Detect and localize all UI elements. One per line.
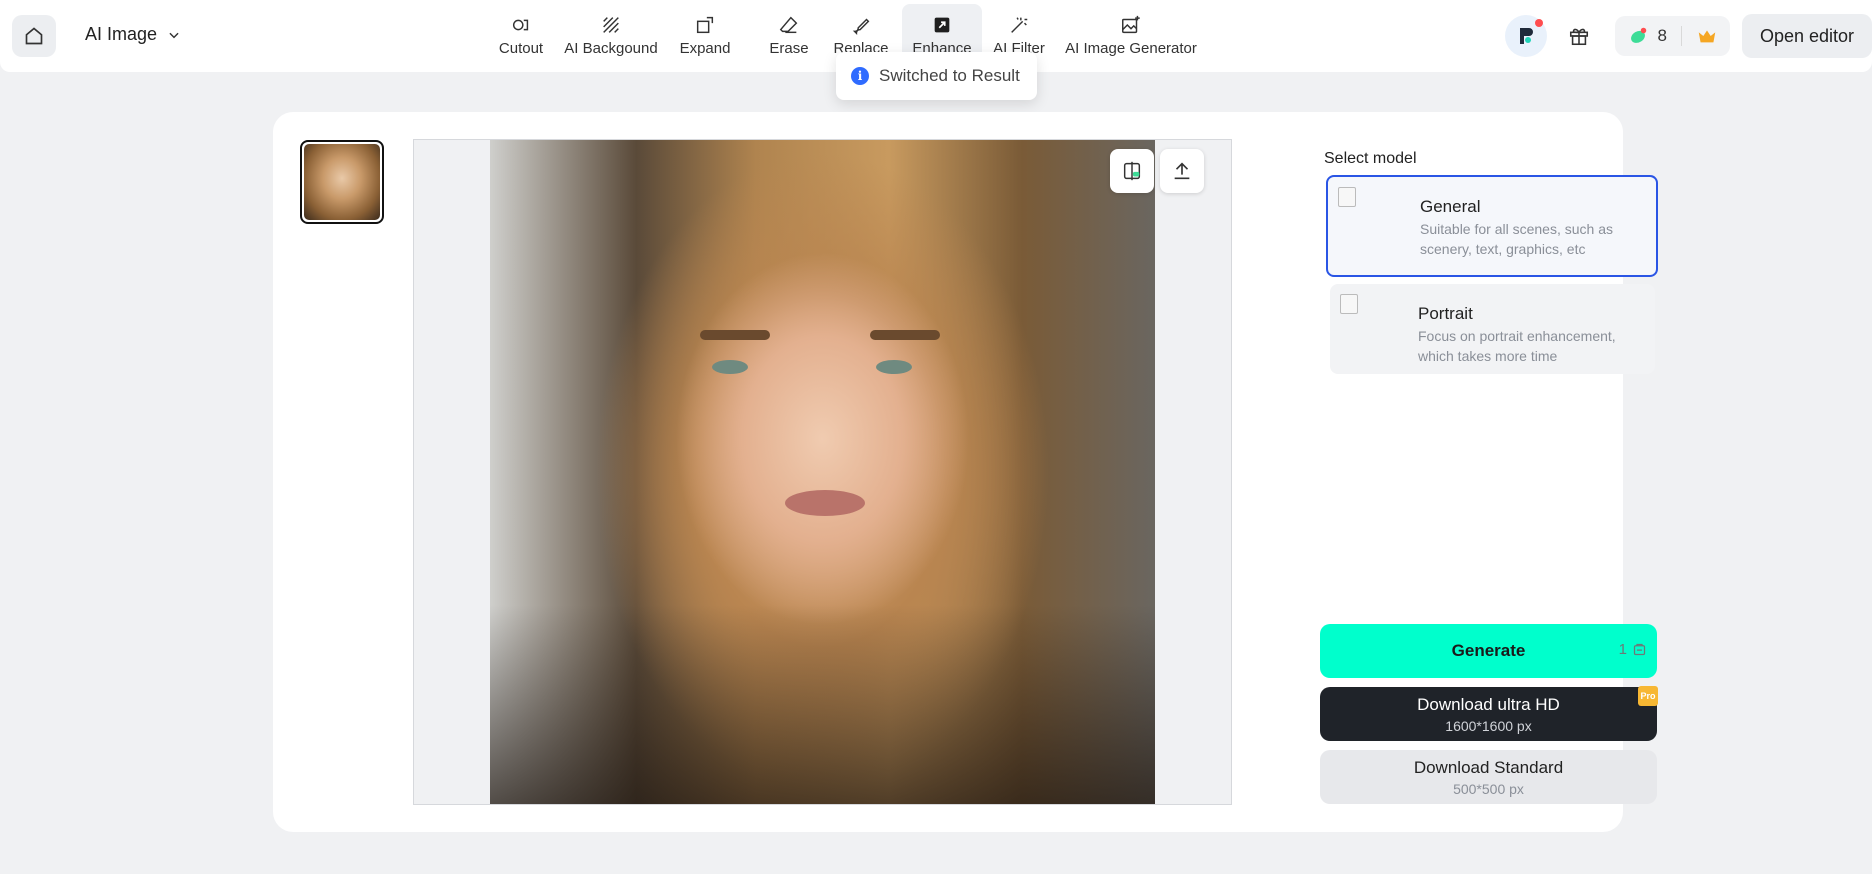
app-switcher[interactable]: AI Image [85,24,181,45]
select-model-title: Select model [1324,150,1417,167]
generate-label: Generate [1451,641,1526,660]
model-description: Focus on portrait enhancement, which tak… [1418,328,1616,364]
info-icon: i [851,67,869,85]
download-hd-size: 1600*1600 px [1445,717,1532,734]
download-standard-button[interactable]: Download Standard 500*500 px [1320,750,1657,804]
cutout-icon [512,19,529,31]
download-ultra-hd-button[interactable]: Download ultra HD 1600*1600 px Pro [1320,686,1658,741]
tab-ai-image-generator[interactable]: AI Image Generator [1065,4,1197,60]
credits-pill[interactable]: 8 [1615,16,1730,56]
expand-icon [696,16,714,34]
toast-message: Switched to Result [879,66,1020,85]
generate-cost-value: 1 [1618,641,1627,658]
image-detail [785,490,865,516]
credit-drop-icon [1631,27,1647,43]
image-detail [870,330,940,340]
broken-image-icon [1340,294,1358,314]
replace-icon [852,18,870,36]
chevron-down-icon [169,32,179,38]
notification-dot [1535,19,1544,27]
credits-count: 8 [1657,26,1667,45]
image-detail [490,604,1155,804]
image-detail [876,360,912,374]
divider [1680,26,1682,46]
avatar[interactable] [1505,15,1548,57]
download-standard-size: 500*500 px [1453,780,1524,797]
model-description: Suitable for all scenes, such as scenery… [1420,221,1613,257]
image-generator-icon [1122,15,1140,34]
image-detail [712,360,748,374]
app-switcher-label: AI Image [85,24,158,44]
erase-icon [779,16,798,34]
model-name: General [1420,197,1481,216]
download-standard-title: Download Standard [1413,757,1564,777]
crown-icon [1698,30,1716,43]
image-thumbnail[interactable] [300,140,384,224]
compare-icon [1123,161,1141,181]
workspace-card: Select model General Suitable for all sc… [273,112,1658,832]
compare-button[interactable] [1110,149,1154,193]
mascot-icon [1520,28,1534,44]
header-actions: 8 Open editor [1505,14,1872,58]
image-canvas [413,139,1232,805]
magic-wand-icon [1011,17,1028,33]
tab-erase[interactable]: Erase [758,4,820,60]
model-name: Portrait [1418,304,1473,323]
thumbnail-image [304,144,380,220]
generate-button[interactable]: Generate 1 [1320,624,1657,678]
upload-button[interactable] [1160,149,1204,193]
broken-image-icon [1338,187,1356,207]
settings-panel: Select model General Suitable for all sc… [1320,112,1658,832]
gift-button[interactable] [1559,16,1599,56]
tab-expand[interactable]: Expand [674,4,736,60]
image-detail [700,330,770,340]
credit-icon [1633,643,1646,656]
toast-notification: i Switched to Result [836,52,1037,100]
ai-background-icon [603,17,619,33]
open-editor-button[interactable]: Open editor [1741,14,1872,58]
tab-ai-background[interactable]: AI Backgound [560,4,662,60]
gift-icon [1570,28,1589,46]
generate-cost: 1 [1619,641,1647,658]
home-icon [25,27,43,45]
model-option-general[interactable]: General Suitable for all scenes, such as… [1326,175,1658,277]
download-hd-title: Download ultra HD [1417,694,1560,714]
result-image [490,140,1155,804]
home-button[interactable] [12,15,56,57]
upload-icon [1174,162,1190,180]
tab-cutout[interactable]: Cutout [490,4,552,60]
enhance-icon [934,17,950,33]
model-option-portrait[interactable]: Portrait Focus on portrait enhancement, … [1330,284,1655,374]
pro-badge: Pro [1638,686,1658,706]
